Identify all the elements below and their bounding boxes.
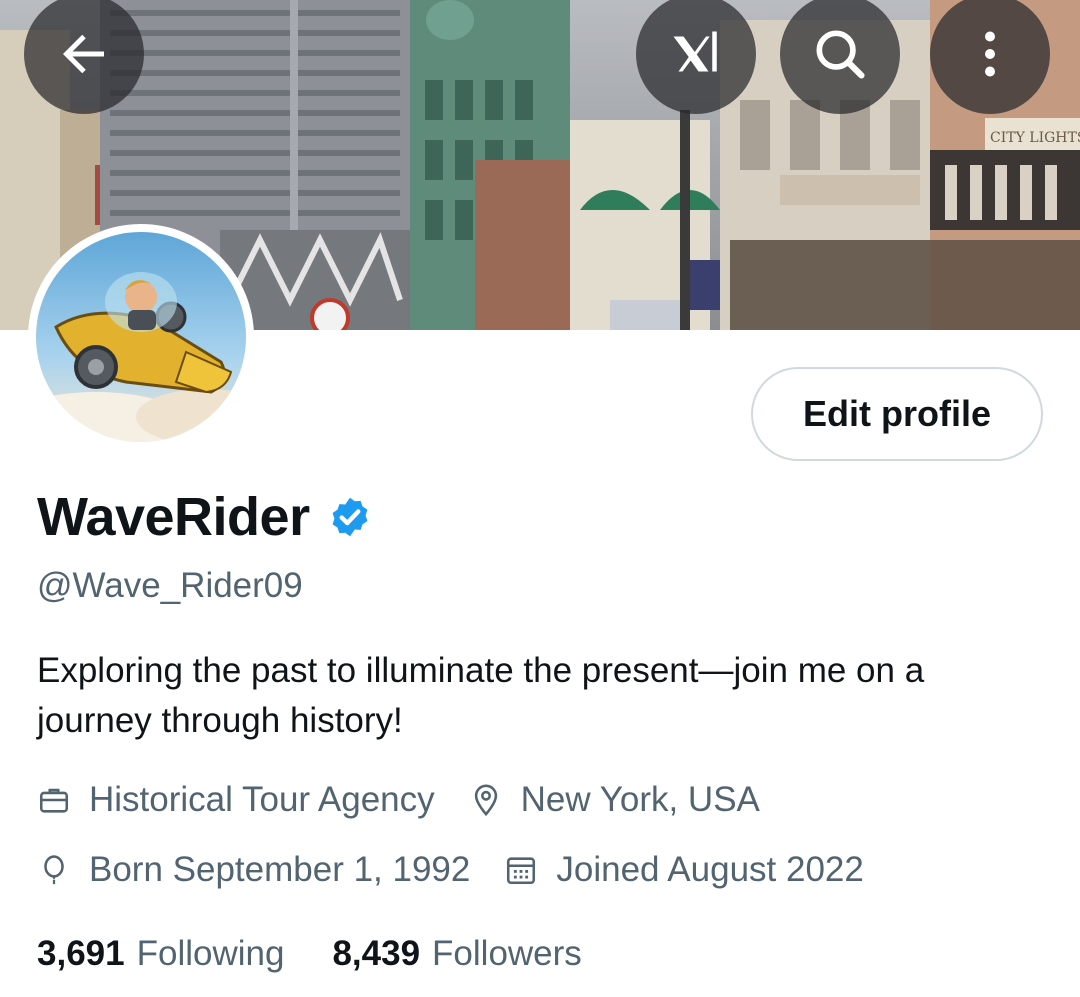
category-item: Historical Tour Agency [37, 780, 435, 820]
svg-text:CITY LIGHTS Books: CITY LIGHTS Books [990, 130, 1080, 146]
avatar[interactable] [28, 224, 254, 450]
follow-stats: 3,691 Following 8,439 Followers [37, 934, 630, 974]
avatar-image [36, 232, 246, 442]
following-label: Following [136, 934, 285, 973]
birthday-item: Born September 1, 1992 [37, 850, 470, 890]
location-item: New York, USA [469, 780, 760, 820]
more-vertical-icon [985, 31, 995, 77]
followers-label: Followers [432, 934, 582, 973]
briefcase-icon [39, 788, 69, 813]
location-pin-icon [474, 784, 497, 817]
edit-profile-button[interactable]: Edit profile [751, 367, 1043, 461]
display-name: WaveRider [37, 487, 310, 547]
followers-count: 8,439 [332, 934, 421, 973]
user-handle: @Wave_Rider09 [37, 566, 303, 605]
following-link[interactable]: 3,691 Following [37, 934, 284, 974]
xai-grok-icon [673, 31, 717, 72]
arrow-left-icon [63, 34, 104, 74]
search-icon [816, 30, 865, 79]
joined-label: Joined August 2022 [556, 850, 864, 889]
profile-meta-row-2: Born September 1, 1992 Joined August 202… [37, 850, 898, 890]
followers-link[interactable]: 8,439 Followers [332, 934, 581, 974]
verified-badge-icon[interactable] [328, 495, 372, 539]
profile-name-row: WaveRider [37, 486, 372, 548]
joined-item: Joined August 2022 [504, 850, 864, 890]
profile-meta-row-1: Historical Tour Agency New York, USA [37, 780, 794, 820]
birthday-label: Born September 1, 1992 [89, 850, 471, 889]
calendar-icon [507, 857, 536, 885]
location-label: New York, USA [520, 780, 760, 819]
balloon-icon [44, 855, 64, 885]
following-count: 3,691 [37, 934, 125, 973]
bio: Exploring the past to illuminate the pre… [37, 651, 925, 740]
category-label: Historical Tour Agency [89, 780, 435, 819]
